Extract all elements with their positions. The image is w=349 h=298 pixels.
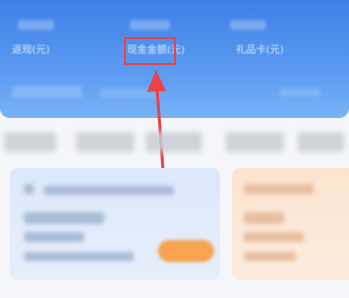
header-info-blur <box>100 88 160 98</box>
cash-amount-highlight <box>124 37 176 65</box>
card-text-blur <box>244 232 304 242</box>
gift-card-value <box>230 20 266 30</box>
header-link-blur[interactable] <box>280 88 320 96</box>
menu-item[interactable] <box>76 132 134 152</box>
card-text-blur <box>24 232 84 242</box>
card-text-blur <box>24 252 134 261</box>
card-text-blur <box>244 212 284 224</box>
card-text-blur <box>244 252 296 261</box>
card-text-blur <box>24 212 104 224</box>
card-title-blur <box>244 184 314 194</box>
card-title-blur <box>44 186 174 195</box>
cashback-value <box>18 20 54 30</box>
cash-amount-value <box>130 20 170 30</box>
menu-item[interactable] <box>298 132 344 152</box>
menu-item[interactable] <box>146 132 202 152</box>
menu-item[interactable] <box>4 132 56 152</box>
gift-card-label[interactable]: 礼品卡(元) <box>236 41 284 56</box>
menu-item[interactable] <box>226 132 284 152</box>
card-action-button[interactable] <box>158 240 214 262</box>
header-info-blur <box>12 86 82 98</box>
card-icon <box>24 184 34 194</box>
blue-promo-card[interactable] <box>10 168 220 280</box>
cashback-label[interactable]: 返现(元) <box>12 41 50 56</box>
